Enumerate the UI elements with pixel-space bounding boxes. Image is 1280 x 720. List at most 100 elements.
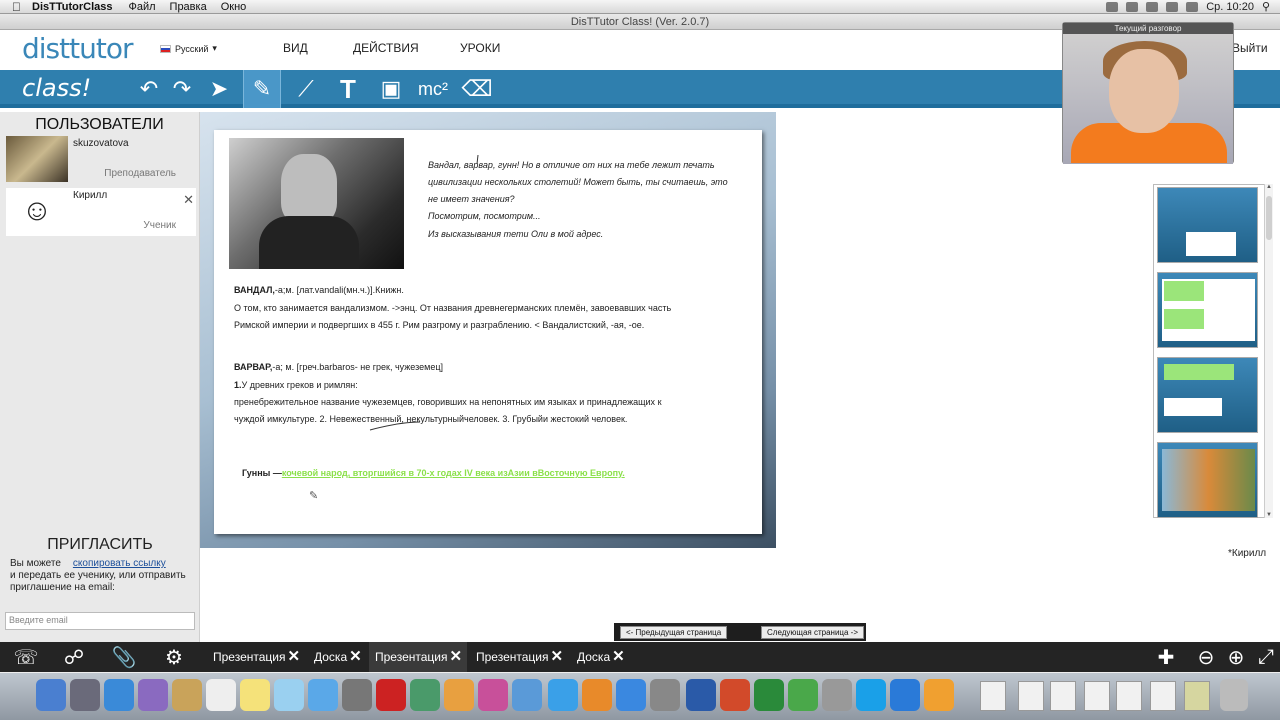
language-select[interactable]: Русский ▾	[160, 43, 217, 54]
redo-icon[interactable]: ↷	[163, 70, 201, 108]
pen-strokes	[369, 154, 479, 431]
document-icon[interactable]	[1084, 681, 1110, 711]
document-icon[interactable]	[1184, 681, 1210, 711]
ibooks-icon[interactable]	[582, 679, 612, 711]
app-icon[interactable]	[444, 679, 474, 711]
battery-icon[interactable]	[1186, 1, 1199, 12]
text-icon[interactable]: T	[329, 70, 367, 108]
menu-edit[interactable]: Правка	[170, 1, 207, 13]
chat-icon[interactable]: ☏	[8, 642, 44, 672]
fullscreen-icon[interactable]: ⤢	[1248, 642, 1280, 672]
mac-menubar:  DisTTutorClass Файл Правка Окно Ср. 10…	[0, 0, 1280, 14]
huns-definition: Гунны —кочевой народ, вторгшийся в 70-х …	[242, 468, 625, 478]
page-thumbnail[interactable]	[1157, 187, 1258, 263]
formula-icon[interactable]: mc²	[414, 70, 452, 108]
tab-presentation-active[interactable]: Презентация ✕	[369, 642, 467, 672]
tray-icon[interactable]	[1126, 1, 1139, 12]
next-page-button[interactable]: Следующая страница ->	[761, 626, 865, 639]
app-icon[interactable]	[478, 679, 508, 711]
logout-link[interactable]: Выйти	[1232, 41, 1268, 55]
word-icon[interactable]	[686, 679, 716, 711]
document-icon[interactable]	[1150, 681, 1176, 711]
copy-link[interactable]: скопировать ссылку	[73, 558, 166, 569]
email-field[interactable]: Введите email	[5, 612, 195, 630]
page-navigation: <- Предыдущая страница Следующая страниц…	[614, 623, 866, 641]
user-student[interactable]: ☺ Кирилл Ученик ✕	[6, 188, 196, 236]
apple-icon[interactable]: 	[12, 1, 26, 13]
powerpoint-icon[interactable]	[720, 679, 750, 711]
app-icon[interactable]	[822, 679, 852, 711]
document-icon[interactable]	[1116, 681, 1142, 711]
share-icon[interactable]: ☍	[56, 642, 92, 672]
volume-icon[interactable]	[1166, 1, 1179, 12]
tab-presentation[interactable]: Презентация ✕	[470, 642, 568, 672]
close-icon[interactable]: ✕	[183, 192, 194, 208]
eraser-icon[interactable]: ⌫	[458, 70, 496, 108]
nav-lessons[interactable]: УРОКИ	[460, 41, 500, 55]
app-store-icon[interactable]	[616, 679, 646, 711]
page-thumbnail[interactable]	[1157, 442, 1258, 518]
close-icon: ✕	[612, 648, 625, 665]
notes-icon[interactable]	[240, 679, 270, 711]
image-icon[interactable]: ▣	[372, 70, 410, 108]
trash-icon[interactable]	[1220, 679, 1248, 711]
prev-page-button[interactable]: <- Предыдущая страница	[620, 626, 728, 639]
document-icon[interactable]	[1018, 681, 1044, 711]
nav-actions[interactable]: ДЕЙСТВИЯ	[353, 41, 419, 55]
document-icon[interactable]	[980, 681, 1006, 711]
system-preferences-icon[interactable]	[650, 679, 680, 711]
document-icon[interactable]	[1050, 681, 1076, 711]
class-logo: class!	[22, 74, 92, 102]
menu-window[interactable]: Окно	[221, 1, 247, 13]
thumbnails-scrollbar[interactable]: ▲ ▼	[1264, 184, 1273, 518]
page-thumbnail[interactable]	[1157, 272, 1258, 348]
webcam-face	[1109, 49, 1179, 133]
calendar-icon[interactable]	[206, 679, 236, 711]
disttutor-dock-icon[interactable]	[924, 679, 954, 711]
preview-icon[interactable]	[274, 679, 304, 711]
language-label: Русский	[175, 43, 209, 54]
mail-icon[interactable]	[172, 679, 202, 711]
tray-icon[interactable]	[1106, 1, 1119, 12]
teamviewer-icon[interactable]	[890, 679, 920, 711]
pencil-icon[interactable]: ✎	[243, 70, 281, 108]
user-name: Кирилл	[73, 190, 108, 201]
invite-title: ПРИГЛАСИТЬ	[47, 536, 153, 553]
nav-view[interactable]: ВИД	[283, 41, 308, 55]
user-teacher[interactable]: skuzovatova Преподаватель	[6, 136, 196, 184]
text-line: 1.У древних греков и римлян:	[234, 380, 358, 390]
safari-icon[interactable]	[104, 679, 134, 711]
user-role: Ученик	[143, 220, 176, 231]
bottom-bar: ☏ ☍ 📎 ⚙ Презентация ✕ Доска ✕ Презентация ✕…	[0, 642, 1280, 672]
avatar	[6, 136, 68, 182]
attach-icon[interactable]: 📎	[106, 642, 142, 672]
skype-icon[interactable]	[856, 679, 886, 711]
grid-add-icon[interactable]: ✚	[1148, 642, 1184, 672]
finder-icon[interactable]	[36, 679, 66, 711]
photos-icon[interactable]	[410, 679, 440, 711]
pointer-icon[interactable]: ➤	[200, 70, 238, 108]
close-icon: ✕	[550, 648, 564, 665]
itunes-icon[interactable]	[548, 679, 578, 711]
clock[interactable]: Ср. 10:20	[1206, 1, 1254, 13]
app-icon[interactable]	[512, 679, 542, 711]
facetime-icon[interactable]	[342, 679, 372, 711]
menu-app-name[interactable]: DisTTutorClass	[32, 1, 112, 13]
app-icon[interactable]	[138, 679, 168, 711]
wifi-icon[interactable]	[1146, 1, 1159, 12]
line-icon[interactable]: ⟋	[287, 70, 325, 108]
tab-board[interactable]: Доска ✕	[571, 642, 631, 672]
excel-icon[interactable]	[754, 679, 784, 711]
tab-presentation[interactable]: Презентация ✕	[207, 642, 305, 672]
messages-icon[interactable]	[308, 679, 338, 711]
launchpad-icon[interactable]	[70, 679, 100, 711]
video-call[interactable]: Текущий разговор	[1062, 22, 1234, 164]
settings-icon[interactable]: ⚙	[156, 642, 192, 672]
menu-file[interactable]: Файл	[128, 1, 155, 13]
tab-board[interactable]: Доска ✕	[308, 642, 368, 672]
app-icon[interactable]	[376, 679, 406, 711]
search-icon[interactable]: ⚲	[1262, 0, 1270, 13]
app-icon[interactable]	[788, 679, 818, 711]
chevron-down-icon: ▾	[212, 43, 217, 53]
page-thumbnail[interactable]	[1157, 357, 1258, 433]
